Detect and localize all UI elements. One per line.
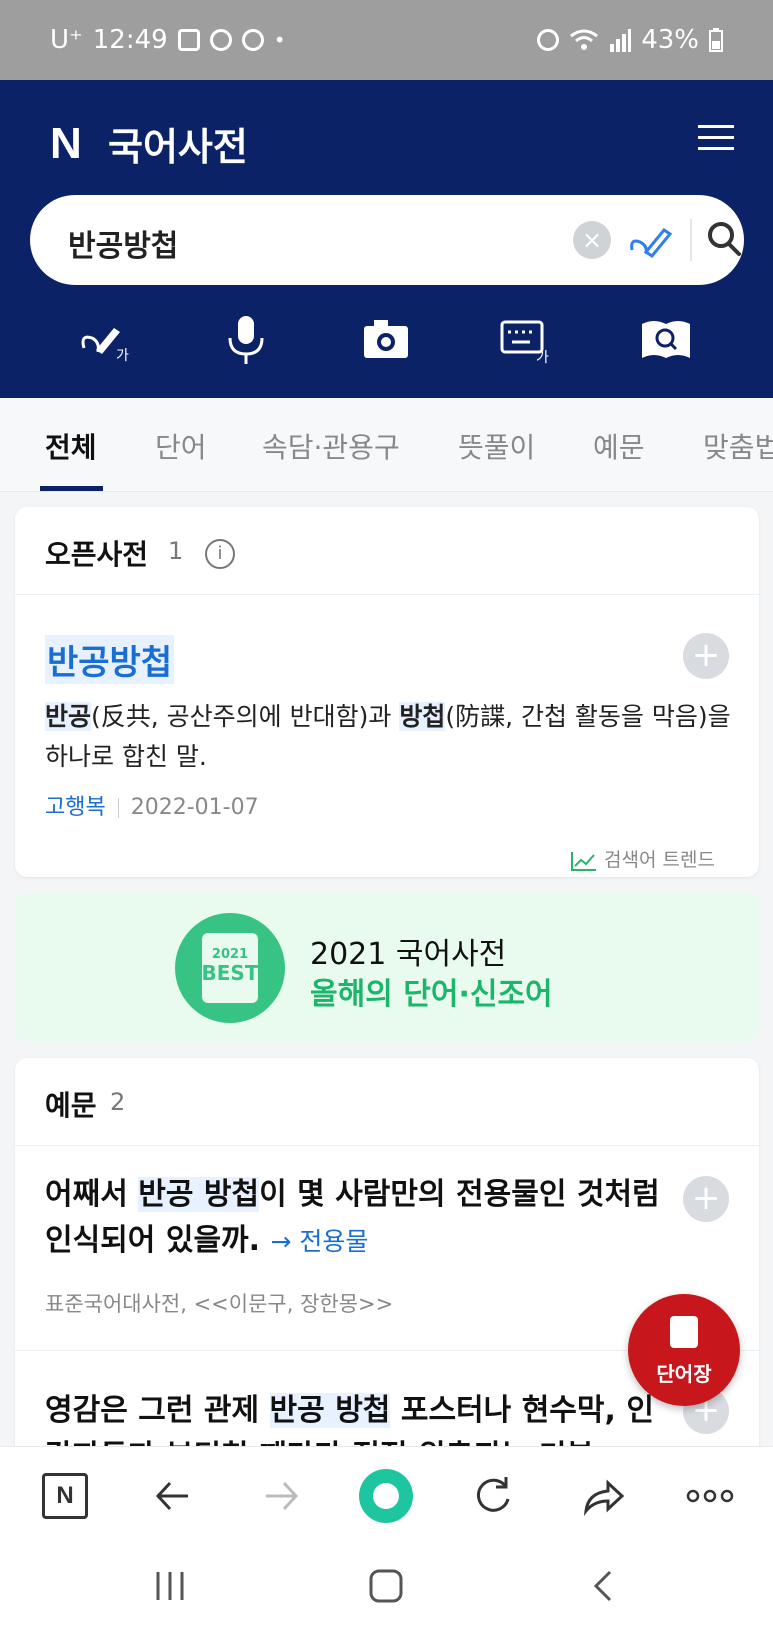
entry-word[interactable]: 반공방첩	[45, 635, 175, 684]
banner-title: 2021 국어사전	[310, 937, 507, 972]
forward-arrow-icon[interactable]	[258, 1473, 304, 1519]
example-1-highlight: 반공 방첩	[138, 1177, 260, 1212]
badge-year: 2021	[211, 947, 249, 962]
open-dictionary-title: 오픈사전	[45, 538, 149, 571]
carrier-label: U⁺	[50, 25, 83, 55]
app-title[interactable]: 국어사전	[108, 116, 248, 171]
example-2-text-a: 영감은 그런 관제	[45, 1393, 270, 1428]
active-tab-indicator	[40, 486, 103, 491]
search-input[interactable]: 반공방첩	[68, 221, 178, 265]
search-divider	[690, 219, 692, 261]
wordbook-button[interactable]: 단어장	[628, 1294, 740, 1406]
trend-chart-icon	[571, 851, 596, 871]
search-box[interactable]: 반공방첩 ×	[30, 195, 744, 285]
tab-definition[interactable]: 뜻풀이	[458, 426, 535, 466]
more-options-icon[interactable]	[685, 1473, 735, 1519]
examples-header: 예문 2	[15, 1058, 759, 1146]
time-label: 12:49	[92, 25, 168, 55]
examples-count: 2	[110, 1088, 126, 1116]
bookmark-icon	[670, 1316, 698, 1348]
definition-highlight-2: 방첩	[399, 702, 446, 731]
examples-card: 예문 2 어째서 반공 방첩이 몇 사람만의 전용물인 것처럼 인식되어 있을까…	[15, 1058, 759, 1458]
entry-date: 2022-01-07	[130, 795, 259, 820]
example-1-related-link[interactable]: → 전용물	[271, 1227, 369, 1256]
search-icon[interactable]	[704, 217, 744, 261]
refresh-icon[interactable]	[470, 1473, 516, 1519]
open-dictionary-card: 오픈사전 1 i 반공방첩 + 반공(反共, 공산주의에 반대함)과 방첩(防諜…	[15, 507, 759, 877]
examples-title: 예문	[45, 1089, 97, 1122]
open-dictionary-header: 오픈사전 1 i	[15, 507, 759, 595]
badge-best: BEST	[201, 961, 259, 985]
app-header: N 국어사전 반공방첩 × 가 가	[0, 80, 773, 398]
example-1-text-a: 어째서	[45, 1177, 139, 1212]
banner-subtitle: 올해의 단어·신조어	[310, 977, 553, 1012]
entry-definition: 반공(反共, 공산주의에 반대함)과 방첩(防諜, 간첩 활동을 막음)을 하나…	[45, 697, 735, 777]
handwriting-input-icon[interactable]	[628, 220, 672, 260]
svg-text:가: 가	[116, 348, 129, 364]
tab-spelling[interactable]: 맞춤법	[703, 426, 773, 466]
category-tabs: 전체 단어 속담·관용구 뜻풀이 예문 맞춤법	[0, 398, 773, 492]
back-nav-icon[interactable]	[584, 1566, 624, 1606]
keyboard-input-icon[interactable]: 가	[496, 312, 556, 368]
app-notification-icon	[241, 29, 264, 51]
signal-icon	[610, 29, 632, 52]
open-dictionary-count: 1	[168, 537, 184, 565]
input-tools: 가 가	[0, 312, 773, 368]
definition-text-1: (反共, 공산주의에 반대함)과	[91, 702, 400, 731]
tab-all[interactable]: 전체	[45, 426, 97, 466]
more-notifications-dot: •	[273, 28, 286, 52]
definition-highlight-1: 반공	[45, 702, 92, 731]
entry-meta: 고행복 2022-01-07	[45, 789, 259, 821]
dictionary-search-icon[interactable]	[636, 312, 696, 368]
naver-logo[interactable]: N	[50, 122, 90, 166]
word-of-year-banner[interactable]: 2021 BEST 2021 국어사전 올해의 단어·신조어	[15, 893, 759, 1041]
example-2-highlight: 반공 방첩	[269, 1393, 391, 1428]
wifi-icon	[570, 29, 599, 50]
example-1-source: 표준국어대사전, <<이문구, 장한몽>>	[45, 1292, 394, 1316]
naver-home-button[interactable]: N	[42, 1473, 88, 1519]
search-trend-link[interactable]: 검색어 트렌드	[570, 845, 715, 872]
green-dot-icon[interactable]	[357, 1467, 415, 1525]
best-badge-icon: 2021 BEST	[175, 913, 285, 1023]
search-trend-label: 검색어 트렌드	[604, 849, 715, 871]
alarm-icon	[537, 29, 560, 51]
meta-separator	[117, 798, 119, 818]
status-bar: U⁺ 12:49 • 43%	[0, 0, 773, 80]
add-to-wordbook-button[interactable]: +	[683, 633, 729, 679]
tab-proverb-idiom[interactable]: 속담·관용구	[262, 426, 400, 466]
microphone-icon[interactable]	[216, 312, 276, 368]
back-arrow-icon[interactable]	[150, 1473, 196, 1519]
battery-icon	[709, 28, 723, 52]
pinterest-icon	[209, 29, 232, 51]
system-navigation-bar	[0, 1542, 773, 1632]
info-icon[interactable]: i	[205, 539, 235, 569]
add-example-1-button[interactable]: +	[683, 1176, 729, 1222]
hamburger-menu-icon[interactable]	[698, 120, 734, 152]
browser-toolbar: N	[0, 1446, 773, 1542]
tab-example[interactable]: 예문	[593, 426, 645, 466]
example-sentence-1: 어째서 반공 방첩이 몇 사람만의 전용물인 것처럼 인식되어 있을까. → 전…	[45, 1172, 665, 1265]
handwriting-tool-icon[interactable]: 가	[76, 312, 136, 368]
gallery-icon	[177, 29, 200, 51]
wordbook-label: 단어장	[656, 1362, 712, 1386]
share-icon[interactable]	[580, 1473, 626, 1519]
battery-percent: 43%	[641, 25, 699, 55]
svg-text:가: 가	[536, 350, 549, 366]
camera-icon[interactable]	[356, 312, 416, 368]
home-icon[interactable]	[366, 1566, 406, 1606]
tab-word[interactable]: 단어	[155, 426, 207, 466]
entry-author[interactable]: 고행복	[45, 795, 106, 820]
recent-apps-icon[interactable]	[150, 1566, 190, 1606]
clear-search-icon[interactable]: ×	[573, 221, 611, 259]
